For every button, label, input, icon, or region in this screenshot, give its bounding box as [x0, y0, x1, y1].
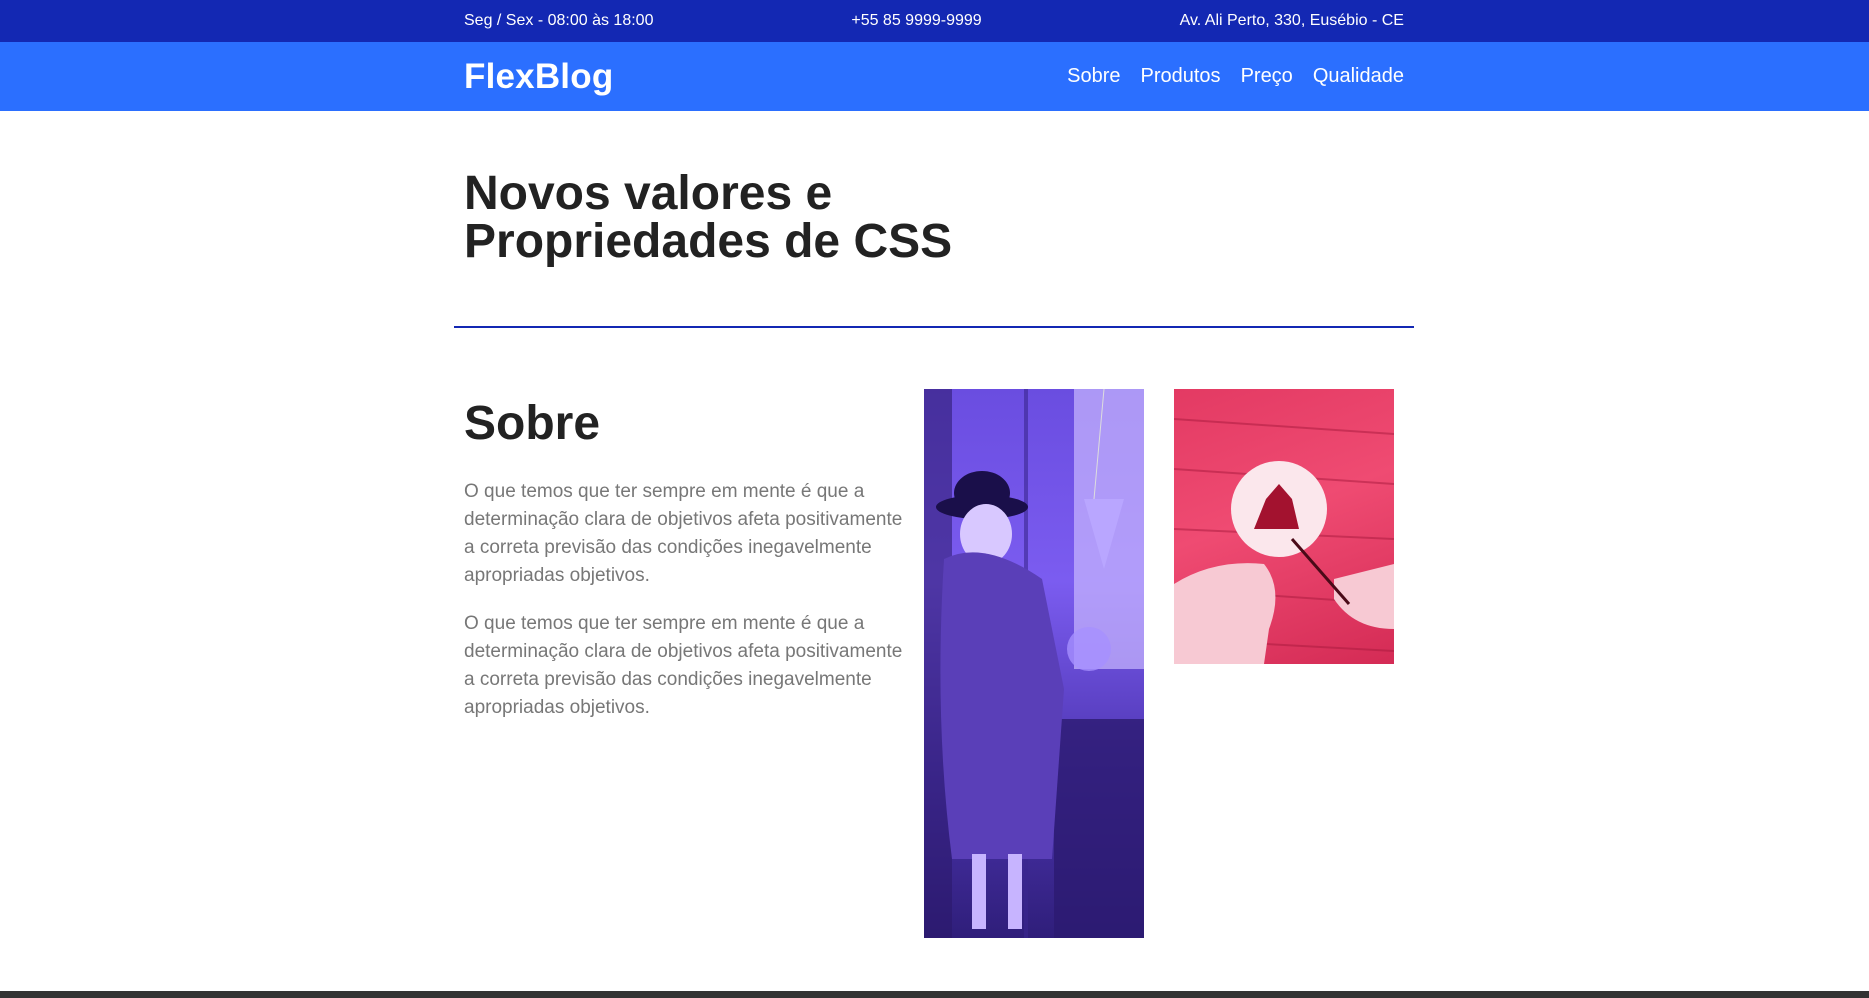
address: Av. Ali Perto, 330, Eusébio - CE: [1179, 12, 1404, 29]
nav-item-produtos[interactable]: Produtos: [1141, 65, 1221, 88]
woman-photo-illustration: [924, 389, 1144, 938]
top-info-bar: Seg / Sex - 08:00 às 18:00 +55 85 9999-9…: [0, 0, 1869, 42]
painting-photo-illustration: [1174, 418, 1394, 664]
main-nav: Sobre Produtos Preço Qualidade: [1067, 65, 1404, 88]
woman-photo: [924, 389, 1144, 938]
about-paragraph-2: O que temos que ter sempre em mente é qu…: [464, 613, 903, 718]
page-title-line-2: Propriedades de CSS: [464, 215, 953, 268]
painting-photo: [1174, 389, 1394, 664]
section-divider: [454, 326, 1414, 328]
opening-hours: Seg / Sex - 08:00 às 18:00: [464, 12, 654, 29]
os-taskbar-strip: [0, 991, 1869, 998]
page-title-line-1: Novos valores e: [464, 167, 833, 220]
section-title-sobre: Sobre: [464, 397, 601, 450]
main-navbar: FlexBlog Sobre Produtos Preço Qualidade: [0, 42, 1869, 111]
nav-item-qualidade[interactable]: Qualidade: [1313, 65, 1404, 88]
page-title: Novos valores e Propriedades de CSS: [464, 170, 1064, 266]
phone-number: +55 85 9999-9999: [851, 12, 982, 29]
site-logo[interactable]: FlexBlog: [464, 57, 613, 97]
nav-item-preco[interactable]: Preço: [1241, 65, 1293, 88]
nav-item-sobre[interactable]: Sobre: [1067, 65, 1120, 88]
about-paragraph-1: O que temos que ter sempre em mente é qu…: [464, 481, 903, 586]
